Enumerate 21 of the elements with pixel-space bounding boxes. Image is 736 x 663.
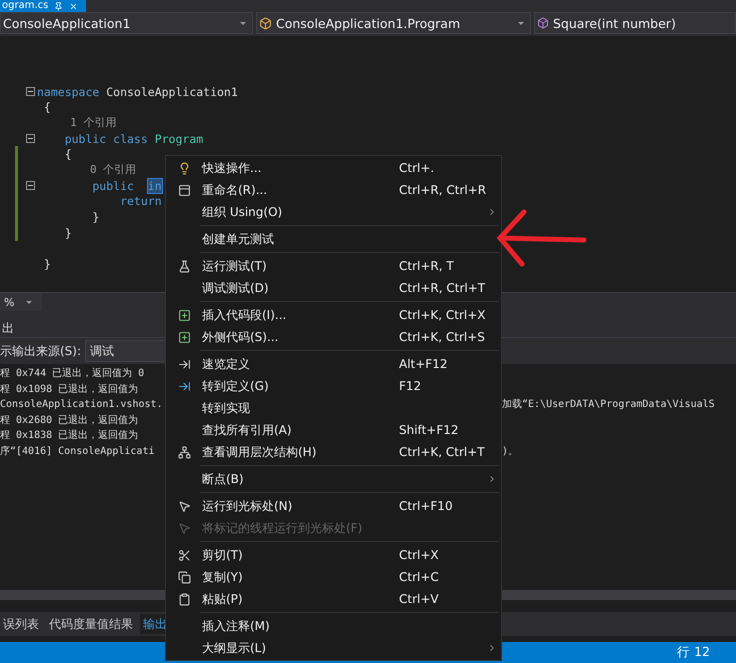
source-label: 示输出来源(S): xyxy=(0,342,82,360)
output-line: ConsoleApplication1.vshost. xyxy=(0,398,164,412)
line-position: 行 12 xyxy=(677,644,710,661)
output-line: 加载“E:\UserDATA\ProgramData\VisualS xyxy=(502,398,716,412)
output-line: 程 0x1098 已退出，返回值为 xyxy=(0,382,140,396)
output-line: 程 0x2680 已退出，返回值为 xyxy=(0,414,140,428)
code-line: { xyxy=(64,147,72,162)
code-line: return xyxy=(119,194,162,208)
output-line: )。 xyxy=(502,444,520,458)
code-line: 0 个引用 xyxy=(88,162,136,178)
code-line: } xyxy=(64,226,72,240)
code-line: { xyxy=(42,100,51,114)
code-line: public class Program xyxy=(64,132,204,146)
output-line: 程 0x744 已退出，返回值为 0 xyxy=(0,366,146,381)
output-line: 序“[4016] ConsoleApplicati xyxy=(0,444,156,458)
code-line: 1 个引用 xyxy=(69,115,116,130)
output-line: 程 0x1838 已退出，返回值为 xyxy=(0,428,140,443)
code-line: } xyxy=(91,210,100,224)
code-line: public in xyxy=(91,178,162,193)
code-line: } xyxy=(42,257,51,272)
code-line: namespace ConsoleApplication1 xyxy=(37,84,238,99)
